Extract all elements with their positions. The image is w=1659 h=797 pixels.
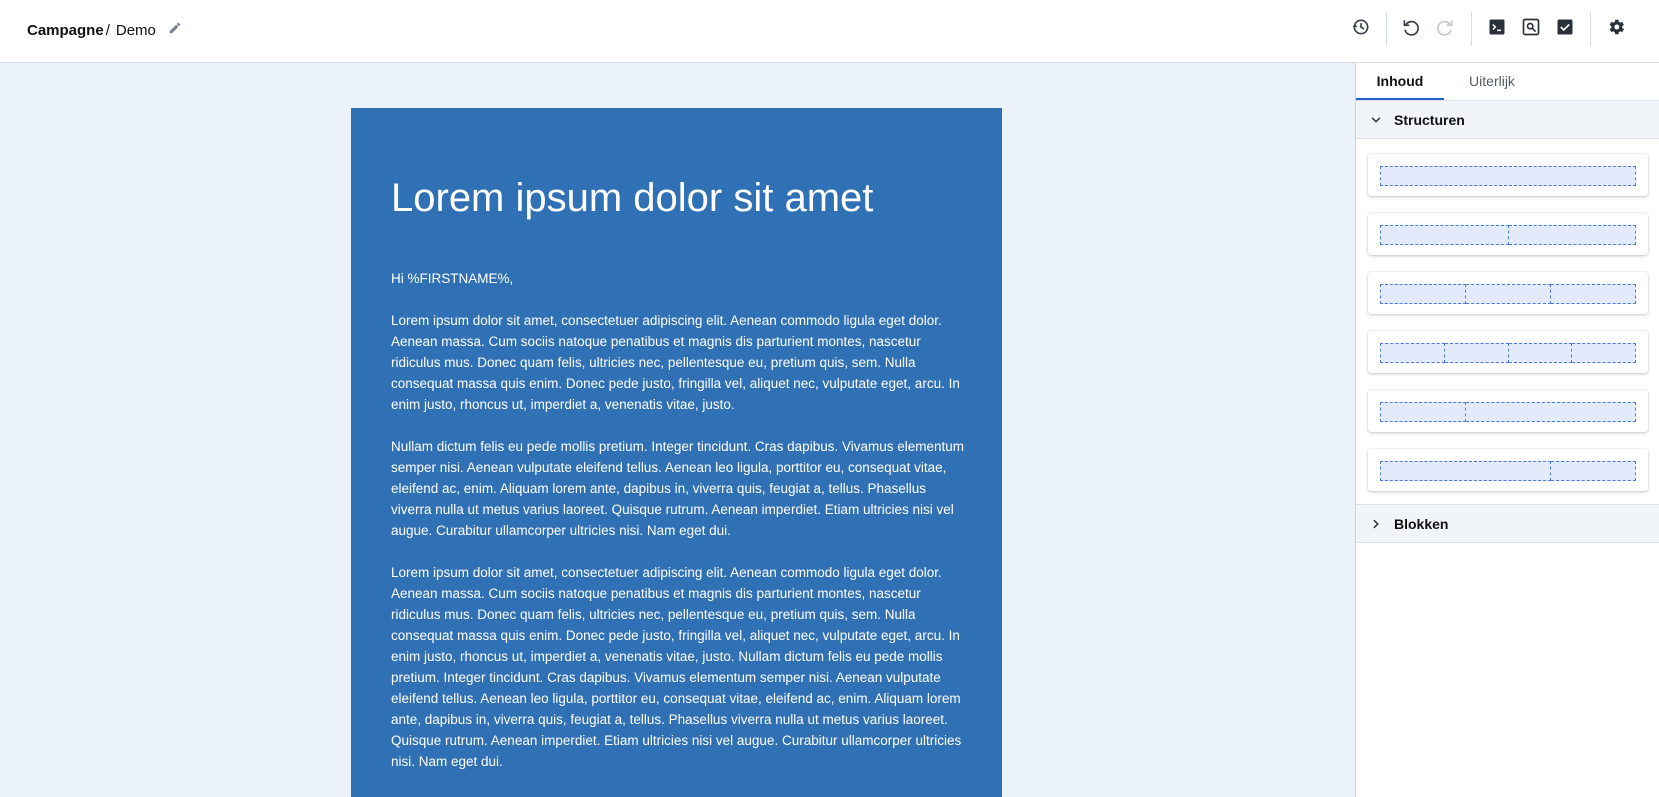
email-paragraph: Lorem ipsum dolor sit amet, consectetuer… bbox=[391, 313, 960, 412]
structure-column bbox=[1550, 461, 1636, 481]
email-canvas[interactable]: Lorem ipsum dolor sit amet Hi %FIRSTNAME… bbox=[0, 63, 1355, 797]
structure-column bbox=[1380, 225, 1509, 245]
toolbar-divider bbox=[1471, 12, 1472, 46]
top-bar: Campagne / Demo bbox=[0, 0, 1659, 63]
structure-four-columns[interactable] bbox=[1368, 331, 1648, 373]
structure-wide-narrow[interactable] bbox=[1368, 449, 1648, 491]
structure-preview bbox=[1380, 225, 1636, 245]
breadcrumb-campaign[interactable]: Campagne bbox=[27, 21, 104, 41]
preview-button[interactable] bbox=[1519, 17, 1543, 41]
toolbar-divider bbox=[1386, 12, 1387, 46]
email-paragraph: Lorem ipsum dolor sit amet, consectetuer… bbox=[391, 565, 962, 769]
campaign-name: Demo bbox=[115, 22, 156, 39]
structure-column bbox=[1380, 402, 1467, 422]
panel-tabs: Inhoud Uiterlijk bbox=[1356, 63, 1659, 100]
structure-column bbox=[1466, 284, 1551, 304]
structure-two-columns[interactable] bbox=[1368, 213, 1648, 255]
code-terminal-icon bbox=[1487, 17, 1507, 42]
structure-preview bbox=[1380, 461, 1636, 481]
structure-preview bbox=[1380, 166, 1636, 186]
pencil-icon bbox=[168, 21, 182, 40]
breadcrumb: Campagne / Demo bbox=[27, 21, 156, 41]
chevron-down-icon bbox=[1368, 112, 1384, 128]
email-content-block[interactable]: Lorem ipsum dolor sit amet Hi %FIRSTNAME… bbox=[351, 108, 1002, 797]
structure-column bbox=[1380, 461, 1551, 481]
redo-button[interactable] bbox=[1433, 17, 1457, 41]
undo-icon bbox=[1401, 17, 1421, 42]
tab-inhoud[interactable]: Inhoud bbox=[1356, 63, 1444, 100]
email-body-text[interactable]: Hi %FIRSTNAME%, Lorem ipsum dolor sit am… bbox=[391, 268, 966, 793]
code-button[interactable] bbox=[1485, 17, 1509, 41]
breadcrumb-separator: / bbox=[105, 22, 110, 39]
checkbox-icon bbox=[1555, 17, 1575, 42]
send-test-button[interactable] bbox=[1553, 17, 1577, 41]
structure-narrow-wide[interactable] bbox=[1368, 390, 1648, 432]
structure-column bbox=[1508, 225, 1636, 245]
editor-side-panel: Inhoud Uiterlijk Structuren Blokken bbox=[1355, 63, 1659, 797]
structure-one-column[interactable] bbox=[1368, 154, 1648, 196]
structure-column bbox=[1444, 343, 1509, 363]
structure-column bbox=[1508, 343, 1573, 363]
section-blokken-header[interactable]: Blokken bbox=[1356, 504, 1659, 543]
structure-column bbox=[1380, 284, 1466, 304]
structure-three-columns[interactable] bbox=[1368, 272, 1648, 314]
section-structuren-label: Structuren bbox=[1394, 111, 1465, 128]
email-greeting: Hi %FIRSTNAME%, bbox=[391, 271, 514, 286]
structure-column bbox=[1572, 343, 1636, 363]
chevron-right-icon bbox=[1368, 516, 1384, 532]
section-blokken-label: Blokken bbox=[1394, 515, 1449, 532]
structure-column bbox=[1380, 343, 1445, 363]
redo-icon bbox=[1435, 17, 1455, 42]
edit-name-button[interactable] bbox=[166, 21, 184, 39]
gear-icon bbox=[1606, 17, 1626, 42]
history-button[interactable] bbox=[1349, 17, 1373, 41]
preview-icon bbox=[1521, 17, 1541, 42]
settings-button[interactable] bbox=[1604, 17, 1628, 41]
structure-column bbox=[1380, 166, 1636, 186]
history-icon bbox=[1351, 17, 1371, 42]
structure-column bbox=[1466, 402, 1636, 422]
email-heading[interactable]: Lorem ipsum dolor sit amet bbox=[391, 174, 873, 222]
toolbar-divider bbox=[1590, 12, 1591, 46]
structure-preview bbox=[1380, 402, 1636, 422]
structure-column bbox=[1551, 284, 1636, 304]
structure-preview bbox=[1380, 284, 1636, 304]
email-paragraph: Nullam dictum felis eu pede mollis preti… bbox=[391, 439, 965, 538]
structure-preview bbox=[1380, 343, 1636, 363]
section-structuren-header[interactable]: Structuren bbox=[1356, 100, 1659, 139]
undo-button[interactable] bbox=[1399, 17, 1423, 41]
tab-uiterlijk[interactable]: Uiterlijk bbox=[1452, 63, 1532, 100]
